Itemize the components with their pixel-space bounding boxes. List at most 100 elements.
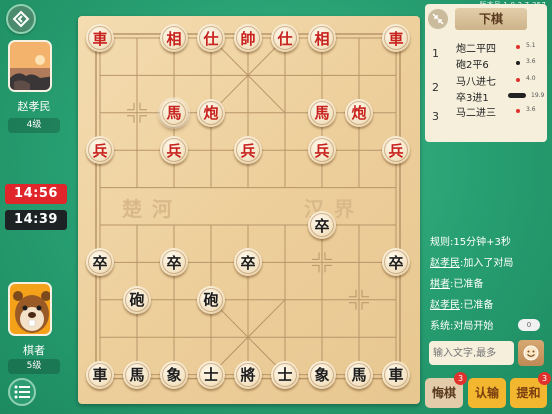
black-piece[interactable]: 士	[197, 360, 225, 389]
right-panel: 下棋 1 炮二平四 5.1 砲2平6 3.6 2 马八进七 4.0 卒3进1 1…	[425, 4, 551, 408]
collapse-arrows-icon	[432, 13, 444, 25]
move-score: 19.9	[531, 92, 545, 99]
top-player-name: 赵孝民	[17, 100, 51, 113]
black-piece[interactable]: 車	[86, 360, 114, 389]
back-button[interactable]	[6, 4, 36, 34]
bottom-player-avatar[interactable]	[8, 282, 52, 336]
chat-message: :加入了对局	[460, 258, 514, 269]
list-icon	[14, 385, 30, 399]
black-piece[interactable]: 將	[234, 360, 262, 389]
resign-button[interactable]: 认输	[468, 378, 506, 408]
advantage-bar	[508, 93, 526, 98]
position-mark	[349, 302, 357, 310]
black-piece[interactable]: 馬	[345, 360, 373, 389]
position-mark	[349, 289, 357, 298]
red-piece[interactable]: 馬	[308, 98, 336, 127]
top-player-timer: 14:56	[5, 184, 67, 204]
move-score: 4.0	[526, 75, 536, 82]
red-piece[interactable]: 兵	[382, 136, 410, 165]
move-score: 3.6	[526, 106, 536, 113]
undo-count-badge: 3	[454, 372, 467, 385]
tab-move-history[interactable]: 下棋	[455, 8, 527, 30]
position-mark	[324, 252, 332, 260]
red-piece[interactable]: 車	[382, 24, 410, 52]
move-number: 1	[432, 47, 439, 60]
black-piece[interactable]: 士	[271, 360, 299, 389]
move-score: 5.1	[526, 42, 536, 49]
beaver-avatar-icon	[13, 291, 50, 333]
position-mark	[324, 264, 332, 273]
black-piece[interactable]: 砲	[123, 285, 151, 314]
position-mark	[312, 252, 320, 260]
back-arrow-icon	[12, 10, 30, 28]
chat-input[interactable]	[429, 341, 514, 365]
chat-toggle[interactable]: 0	[518, 319, 540, 331]
top-player-avatar[interactable]	[8, 40, 52, 92]
position-mark	[361, 289, 369, 298]
red-piece[interactable]: 相	[308, 24, 336, 52]
chat-line: 赵孝民:加入了对局	[430, 254, 513, 269]
undo-label: 悔棋	[431, 386, 456, 400]
draw-count-badge: 3	[538, 372, 551, 385]
top-player-level: 4级	[8, 118, 60, 133]
red-piece[interactable]: 炮	[197, 98, 225, 127]
red-move-dot	[516, 45, 520, 49]
position-mark	[312, 264, 320, 273]
bottom-player-level: 5级	[8, 359, 60, 374]
move-number: 2	[432, 81, 439, 94]
black-piece[interactable]: 馬	[123, 360, 151, 389]
undo-button[interactable]: 悔棋 3	[425, 372, 467, 408]
black-piece[interactable]: 車	[382, 360, 410, 389]
red-piece[interactable]: 炮	[345, 98, 373, 127]
bottom-player-timer: 14:39	[5, 210, 67, 230]
position-mark	[361, 302, 369, 310]
red-piece[interactable]: 馬	[160, 98, 188, 127]
black-piece[interactable]: 象	[160, 360, 188, 389]
move-number: 3	[432, 110, 439, 123]
chat-system-line: 系统:对局开始	[430, 321, 494, 332]
chat-message: :已准备	[460, 300, 494, 311]
chat-rule-line: 规则:15分钟+3秒	[430, 237, 511, 248]
red-piece[interactable]: 兵	[160, 136, 188, 165]
move-text[interactable]: 马二进三	[456, 104, 496, 119]
position-mark	[139, 102, 147, 111]
move-score: 3.6	[526, 58, 536, 65]
position-mark	[127, 102, 135, 111]
move-text[interactable]: 炮二平四	[456, 40, 496, 55]
river-label-left: 楚河	[122, 197, 182, 221]
xiangqi-board[interactable]: 楚河 汉界 車相仕帥仕相車馬炮馬炮兵兵兵兵兵卒卒卒卒卒砲砲車馬象士將士象馬車	[78, 16, 420, 404]
chat-line: 赵孝民:已准备	[430, 296, 493, 311]
black-piece[interactable]: 砲	[197, 285, 225, 314]
position-mark	[139, 115, 147, 123]
red-piece[interactable]: 仕	[197, 24, 225, 52]
collapse-button[interactable]	[428, 9, 448, 29]
chat-player-link[interactable]: 棋者	[430, 279, 450, 290]
move-text[interactable]: 马八进七	[456, 73, 496, 88]
red-piece[interactable]: 兵	[234, 136, 262, 165]
move-text[interactable]: 砲2平6	[456, 56, 489, 71]
chat-line: 棋者:已准备	[430, 275, 483, 290]
bottom-player-name: 棋者	[23, 344, 45, 357]
red-piece[interactable]: 帥	[234, 24, 262, 52]
red-piece[interactable]: 兵	[308, 136, 336, 165]
black-move-dot	[516, 61, 520, 65]
red-piece[interactable]: 兵	[86, 136, 114, 165]
smiley-icon	[523, 345, 539, 361]
red-piece[interactable]: 仕	[271, 24, 299, 52]
red-piece[interactable]: 車	[86, 24, 114, 52]
black-piece[interactable]: 象	[308, 360, 336, 389]
chat-player-link[interactable]: 赵孝民	[430, 258, 460, 269]
black-piece[interactable]: 卒	[308, 211, 336, 239]
red-piece[interactable]: 相	[160, 24, 188, 52]
chat-message: :已准备	[450, 279, 484, 290]
move-text[interactable]: 卒3进1	[456, 89, 489, 104]
red-move-dot	[516, 109, 520, 113]
position-mark	[127, 115, 135, 123]
draw-offer-button[interactable]: 提和 3	[510, 372, 551, 408]
menu-button[interactable]	[8, 378, 36, 406]
move-history-panel: 下棋 1 炮二平四 5.1 砲2平6 3.6 2 马八进七 4.0 卒3进1 1…	[425, 4, 547, 142]
sunset-photo-icon	[10, 42, 50, 90]
emoji-button[interactable]	[518, 340, 544, 366]
draw-label: 提和	[516, 386, 541, 400]
chat-player-link[interactable]: 赵孝民	[430, 300, 460, 311]
